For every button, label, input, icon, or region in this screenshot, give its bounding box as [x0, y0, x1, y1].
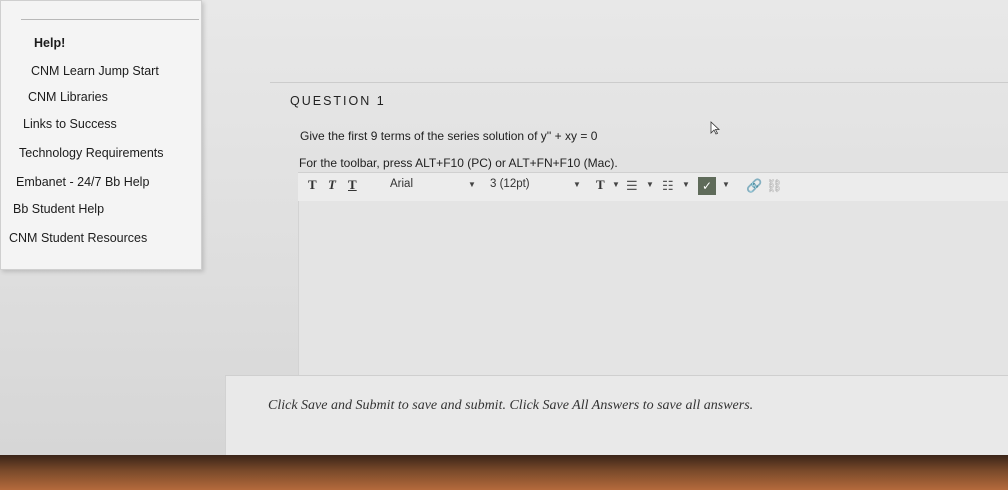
italic-button[interactable]: T: [328, 177, 336, 193]
menu-item-cnm-learn-jump-start[interactable]: CNM Learn Jump Start: [31, 64, 159, 78]
menu-item-links-to-success[interactable]: Links to Success: [23, 117, 117, 131]
question-text: Give the first 9 terms of the series sol…: [300, 129, 598, 143]
unlink-icon[interactable]: ⛓: [766, 178, 783, 194]
question-title: QUESTION 1: [290, 94, 386, 108]
answer-editor[interactable]: [298, 201, 1008, 376]
font-family-caret-icon[interactable]: ▼: [468, 180, 476, 189]
help-heading: Help!: [34, 36, 66, 50]
menu-item-cnm-student-resources[interactable]: CNM Student Resources: [9, 231, 147, 245]
numbered-list-caret-icon[interactable]: ▼: [682, 180, 690, 189]
submit-instructions: Click Save and Submit to save and submit…: [268, 398, 754, 413]
spellcheck-icon[interactable]: ✓: [698, 177, 716, 195]
numbered-list-icon[interactable]: ☷: [662, 178, 674, 194]
toolbar-hint: For the toolbar, press ALT+F10 (PC) or A…: [299, 156, 618, 170]
mouse-pointer-icon: [710, 121, 720, 135]
menu-divider: [21, 19, 199, 20]
font-size-select[interactable]: 3 (12pt): [490, 178, 530, 190]
laptop-bezel: [0, 455, 1008, 490]
menu-item-cnm-libraries[interactable]: CNM Libraries: [28, 90, 108, 104]
help-menu: Help! CNM Learn Jump Start CNM Libraries…: [0, 0, 202, 270]
font-size-caret-icon[interactable]: ▼: [573, 180, 581, 189]
menu-item-technology-requirements[interactable]: Technology Requirements: [19, 146, 164, 160]
font-family-select[interactable]: Arial: [390, 178, 413, 190]
text-color-button[interactable]: T: [596, 177, 605, 193]
question-panel: QUESTION 1 Give the first 9 terms of the…: [210, 0, 1008, 455]
question-divider: [270, 82, 1008, 83]
menu-item-embanet-help[interactable]: Embanet - 24/7 Bb Help: [16, 175, 149, 189]
link-icon[interactable]: 🔗: [746, 178, 762, 194]
submit-instructions-box: Click Save and Submit to save and submit…: [225, 375, 1008, 455]
text-color-caret-icon[interactable]: ▼: [612, 180, 620, 189]
bullet-list-icon[interactable]: ☰: [626, 178, 638, 194]
bullet-list-caret-icon[interactable]: ▼: [646, 180, 654, 189]
screen: Help! CNM Learn Jump Start CNM Libraries…: [0, 0, 1008, 455]
editor-toolbar: T T T Arial ▼ 3 (12pt) ▼ T ▼ ☰ ▼ ☷ ▼ ✓ ▼…: [298, 172, 1008, 202]
spellcheck-caret-icon[interactable]: ▼: [722, 180, 730, 189]
bold-button[interactable]: T: [308, 177, 317, 193]
underline-button[interactable]: T: [348, 177, 357, 193]
menu-item-bb-student-help[interactable]: Bb Student Help: [13, 202, 104, 216]
